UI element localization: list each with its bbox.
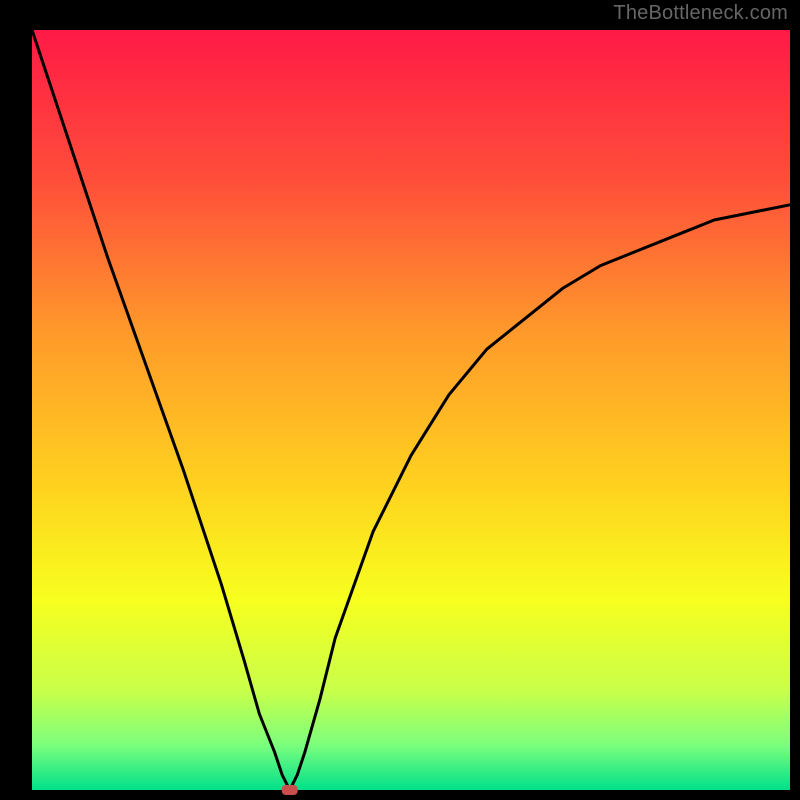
watermark-text: TheBottleneck.com [613,2,788,25]
optimal-marker [282,785,298,795]
bottleneck-chart [0,0,800,800]
chart-frame: TheBottleneck.com [0,0,800,800]
plot-background [32,30,790,790]
